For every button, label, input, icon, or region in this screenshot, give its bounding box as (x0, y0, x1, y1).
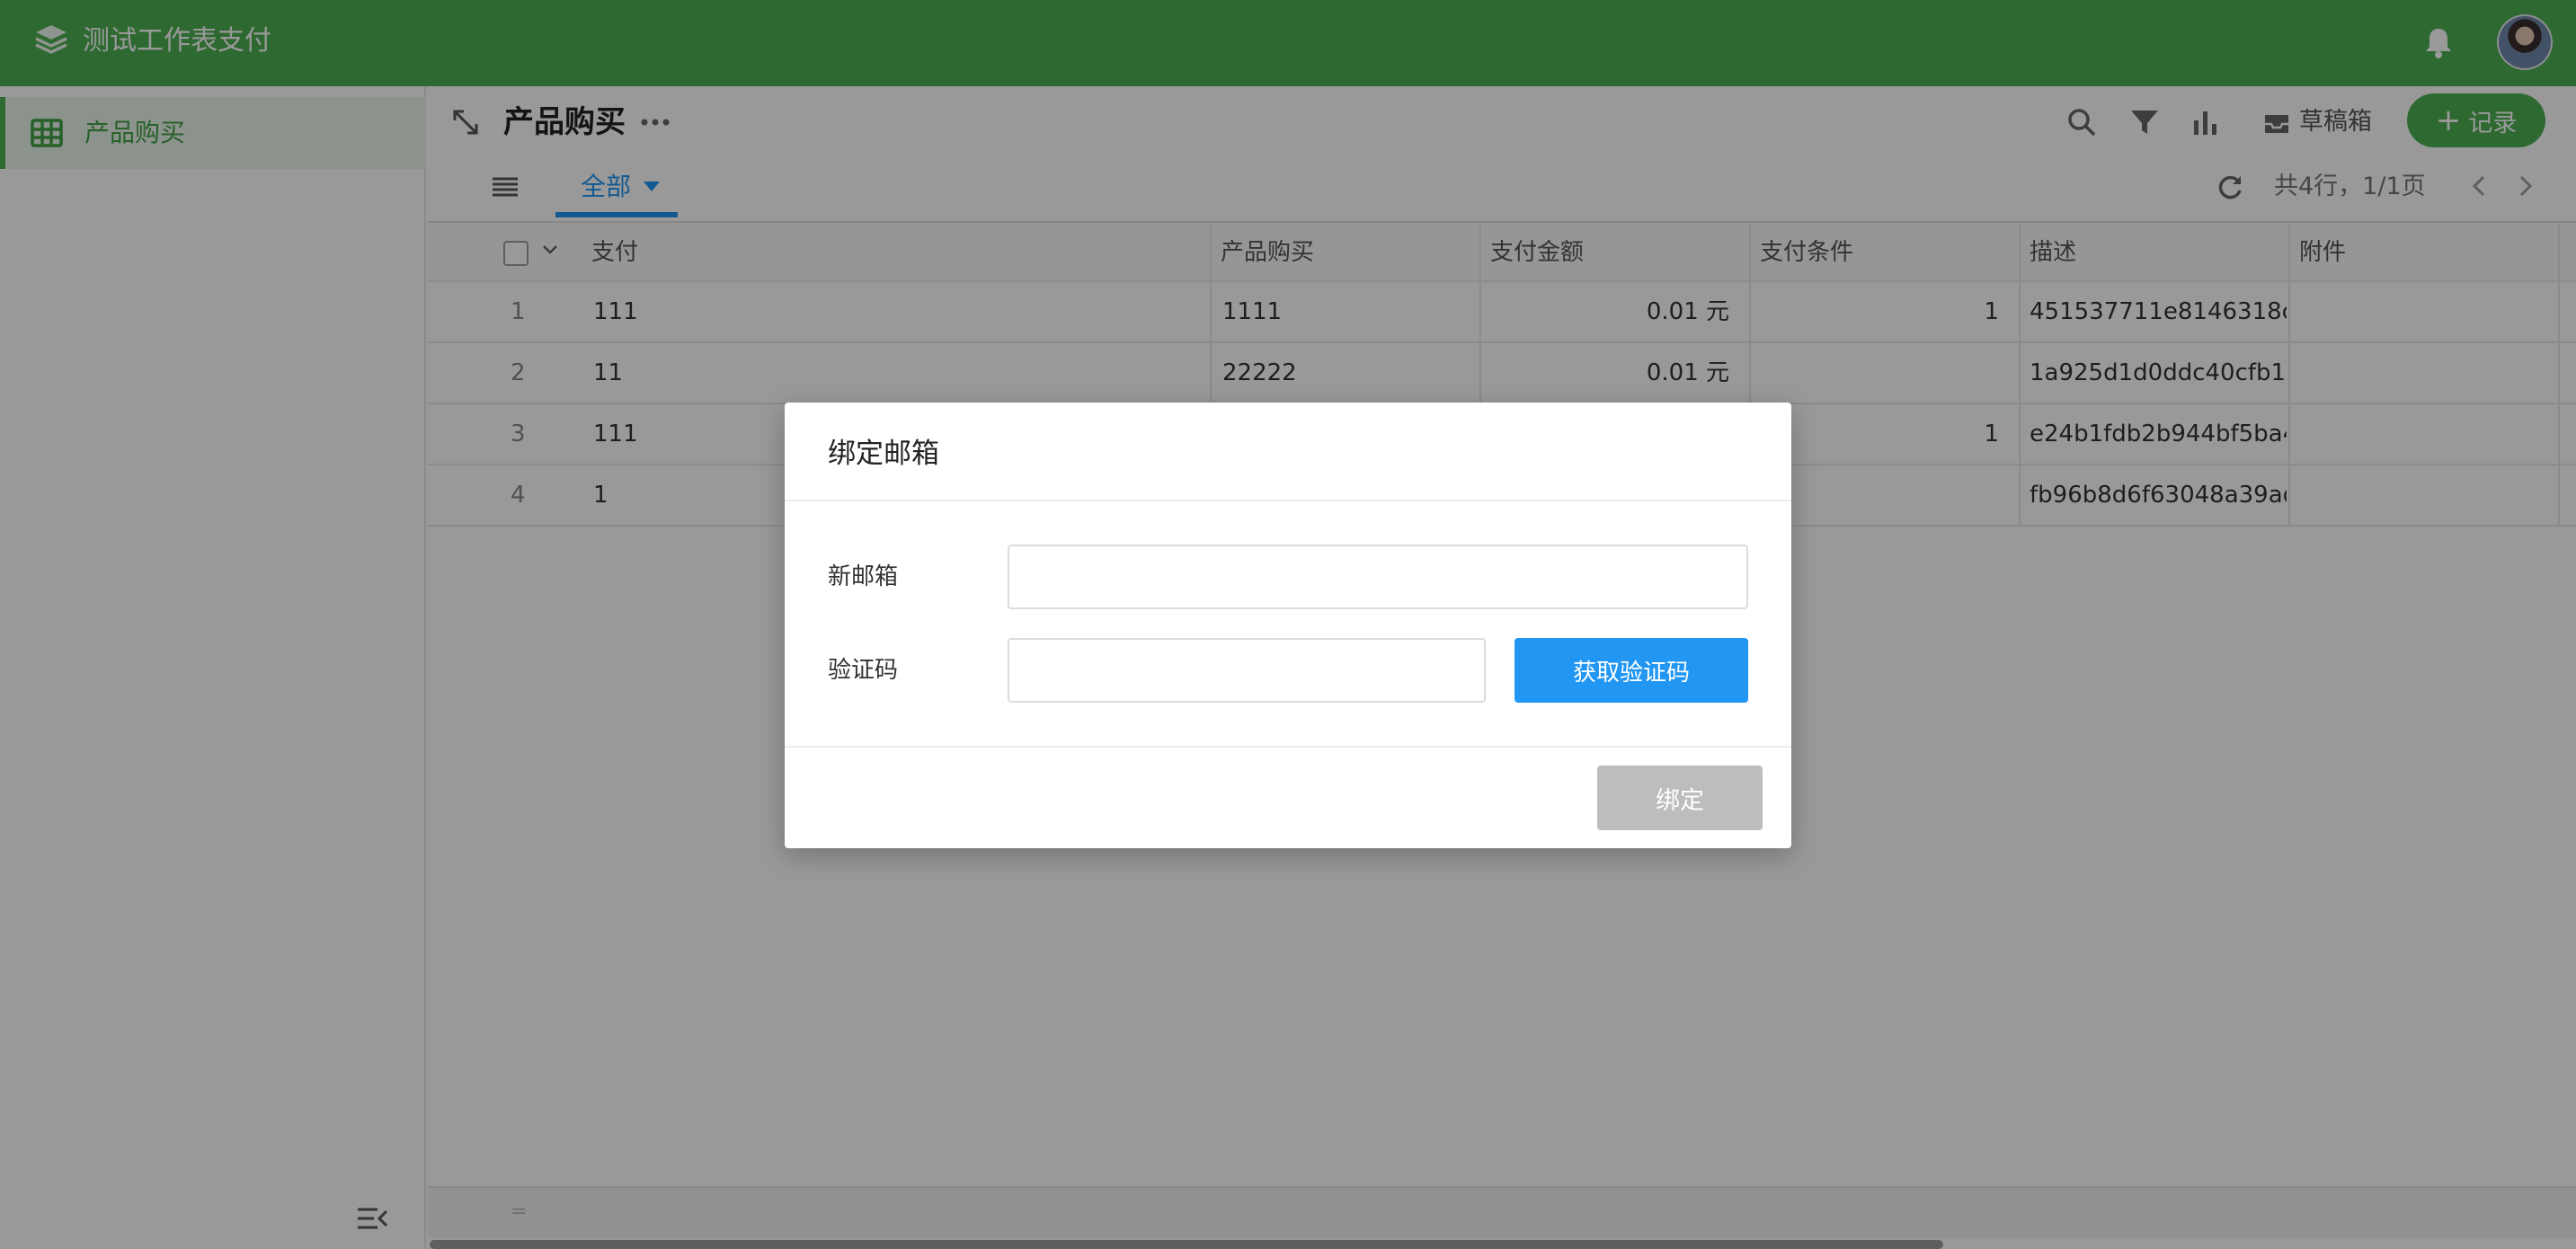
divider (785, 746, 1791, 748)
get-code-button[interactable]: 获取验证码 (1515, 638, 1748, 703)
code-label: 验证码 (828, 657, 899, 684)
email-field[interactable] (1008, 545, 1748, 609)
dialog-title: 绑定邮箱 (828, 438, 939, 470)
verification-code-field[interactable] (1008, 638, 1486, 703)
bind-button[interactable]: 绑定 (1597, 766, 1763, 830)
bind-email-dialog: 绑定邮箱 新邮箱 验证码 获取验证码 绑定 (785, 403, 1791, 848)
divider (785, 500, 1791, 501)
email-label: 新邮箱 (828, 563, 899, 590)
